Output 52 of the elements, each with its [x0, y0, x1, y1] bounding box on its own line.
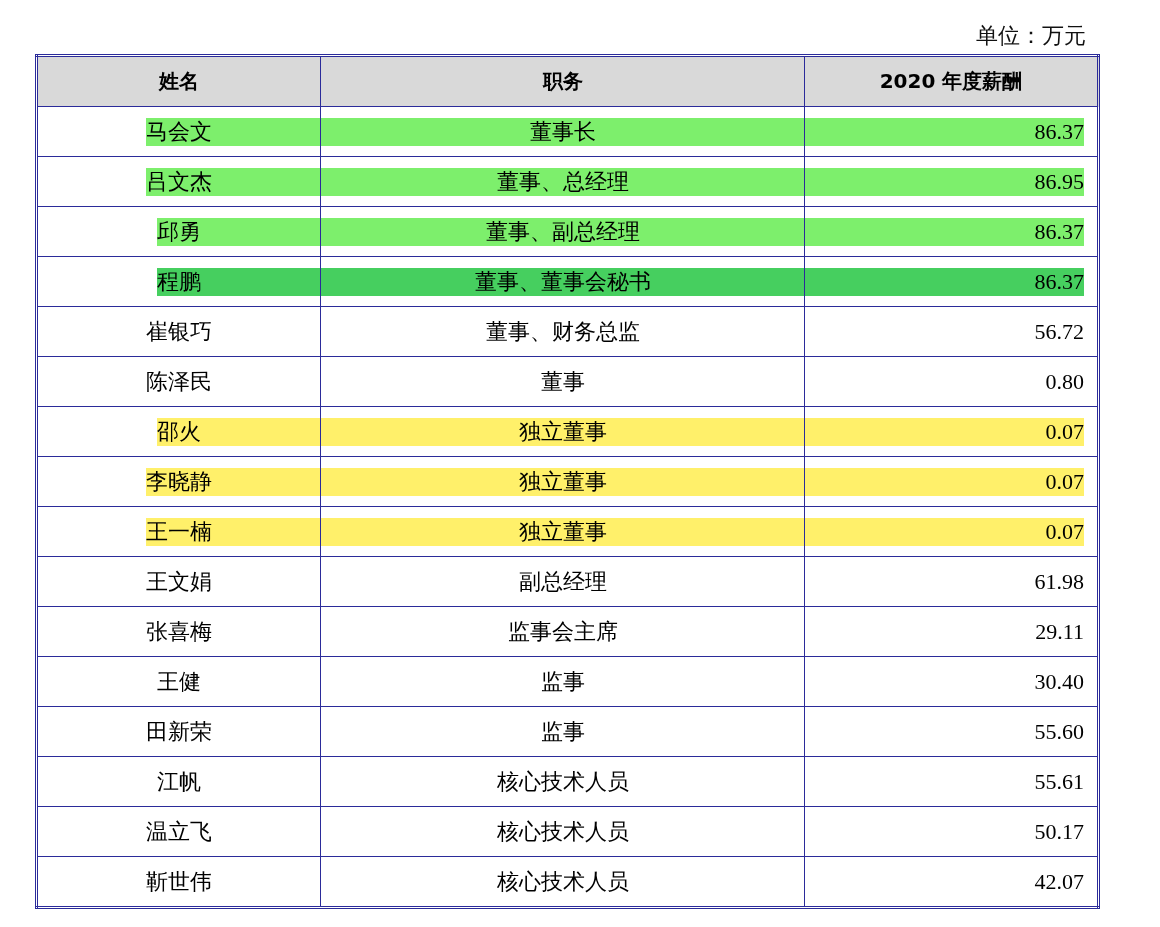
table-cell-text: 86.37	[1034, 118, 1084, 145]
table-cell-text: 29.11	[1035, 618, 1084, 645]
table-cell-text: 核心技术人员	[496, 767, 629, 796]
table-cell-text: 核心技术人员	[496, 867, 629, 896]
table-cell-text: 0.80	[1045, 368, 1084, 395]
table-cell-text: 王一楠	[146, 517, 212, 546]
table-cell-text: 42.07	[1034, 868, 1084, 895]
table-cell-text: 程鹏	[157, 267, 201, 296]
table-cell-text: 董事、董事会秘书	[474, 267, 651, 296]
table-cell-text: 陈泽民	[146, 367, 212, 396]
table-cell-text: 独立董事	[518, 517, 607, 546]
table-cell-text: 江帆	[157, 767, 201, 796]
table-cell-text: 独立董事	[518, 417, 607, 446]
table-cell-text: 董事	[540, 367, 585, 396]
column-header: 职务	[320, 55, 805, 107]
table-cell-text: 董事、总经理	[496, 167, 629, 196]
table-cell-text: 86.37	[1034, 268, 1084, 295]
table-cell-text: 邵火	[157, 417, 201, 446]
table-cell-text: 0.07	[1045, 468, 1084, 495]
table-cell-text: 独立董事	[518, 467, 607, 496]
table-cell-text: 0.07	[1045, 518, 1084, 545]
table-cell-text: 监事	[540, 717, 585, 746]
table-cell-text: 张喜梅	[146, 617, 212, 646]
column-header: 2020 年度薪酬	[804, 55, 1099, 107]
table-cell-text: 董事、副总经理	[485, 217, 640, 246]
table-cell-text: 55.61	[1034, 768, 1084, 795]
table-cell-text: 56.72	[1034, 318, 1084, 345]
table-cell-text: 副总经理	[518, 567, 607, 596]
table-cell-text: 61.98	[1034, 568, 1084, 595]
table-cell-text: 崔银巧	[146, 317, 212, 346]
unit-note: 单位：万元	[976, 22, 1086, 50]
table-cell-text: 30.40	[1034, 668, 1084, 695]
column-header: 姓名	[36, 55, 321, 107]
table-cell-text: 86.37	[1034, 218, 1084, 245]
table-cell-text: 董事长	[529, 117, 596, 146]
table-cell-text: 50.17	[1034, 818, 1084, 845]
table-cell-text: 监事	[540, 667, 585, 696]
table-cell-text: 董事、财务总监	[485, 317, 640, 346]
table-cell-text: 温立飞	[146, 817, 212, 846]
table-cell-text: 马会文	[146, 117, 212, 146]
table-cell-text: 王文娟	[146, 567, 212, 596]
table-cell-text: 李晓静	[146, 467, 212, 496]
table-cell-text: 0.07	[1045, 418, 1084, 445]
table-cell-text: 86.95	[1034, 168, 1084, 195]
table-cell-text: 吕文杰	[146, 167, 212, 196]
table-cell-text: 55.60	[1034, 718, 1084, 745]
table-cell-text: 田新荣	[146, 717, 212, 746]
table-cell-text: 邱勇	[157, 217, 201, 246]
table-cell-text: 靳世伟	[146, 867, 212, 896]
table-cell-text: 王健	[157, 667, 201, 696]
table-cell-text: 监事会主席	[507, 617, 618, 646]
table-cell-text: 核心技术人员	[496, 817, 629, 846]
